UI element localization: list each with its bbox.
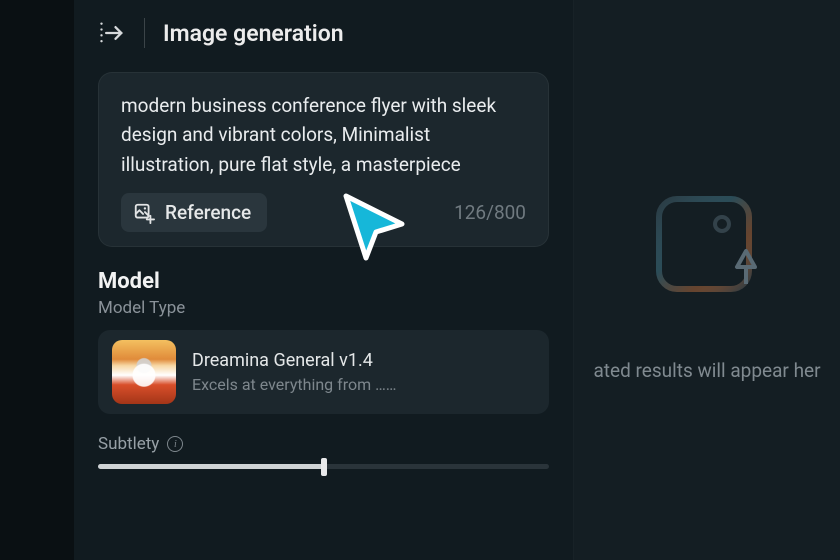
- reference-button[interactable]: Reference: [121, 193, 267, 232]
- subtlety-slider[interactable]: [98, 464, 549, 469]
- panel-header: Image generation: [98, 18, 549, 48]
- slider-fill: [98, 464, 324, 469]
- results-pane: ated results will appear her: [574, 0, 840, 560]
- expand-icon[interactable]: [98, 19, 126, 47]
- reference-label: Reference: [165, 201, 251, 224]
- prompt-footer: Reference 126/800: [121, 193, 526, 232]
- left-rail: [0, 0, 74, 560]
- model-description: Excels at everything from ……: [192, 375, 397, 394]
- prompt-textarea[interactable]: modern business conference flyer with sl…: [121, 91, 526, 179]
- model-meta: Dreamina General v1.4 Excels at everythi…: [192, 350, 397, 394]
- model-section-subtitle: Model Type: [98, 298, 549, 318]
- results-placeholder-text: ated results will appear her: [593, 359, 820, 382]
- model-thumbnail: [112, 340, 176, 404]
- prompt-card: modern business conference flyer with sl…: [98, 72, 549, 247]
- model-selector[interactable]: Dreamina General v1.4 Excels at everythi…: [98, 330, 549, 414]
- subtlety-label: Subtlety: [98, 434, 159, 454]
- subtlety-header: Subtlety i: [98, 434, 549, 454]
- header-divider: [144, 18, 145, 48]
- slider-handle[interactable]: [321, 458, 327, 476]
- page-title: Image generation: [163, 20, 344, 47]
- char-counter: 126/800: [454, 201, 526, 224]
- generation-panel: Image generation modern business confere…: [74, 0, 574, 560]
- model-section-title: Model: [98, 269, 549, 294]
- model-name: Dreamina General v1.4: [192, 350, 397, 371]
- results-placeholder-icon: [637, 179, 777, 319]
- info-icon[interactable]: i: [167, 436, 183, 452]
- reference-icon: [133, 202, 155, 224]
